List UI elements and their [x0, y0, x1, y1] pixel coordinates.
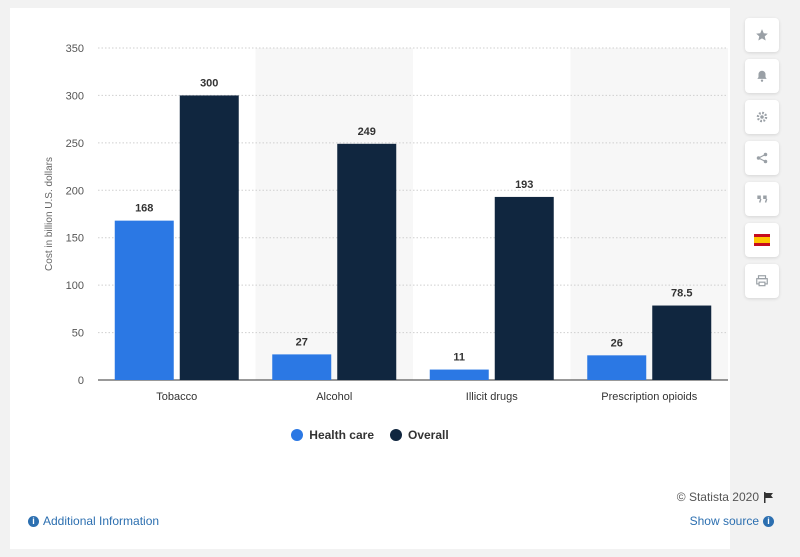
- bar-overall[interactable]: [494, 196, 554, 380]
- spain-flag-icon: [754, 234, 770, 246]
- gear-icon: [756, 111, 768, 123]
- bar-value-label: 249: [358, 126, 376, 138]
- bar-overall[interactable]: [337, 143, 397, 380]
- sidebar-toolbar: [745, 18, 779, 305]
- notification-button[interactable]: [745, 59, 779, 93]
- print-button[interactable]: [745, 264, 779, 298]
- share-icon: [756, 152, 768, 164]
- favorite-button[interactable]: [745, 18, 779, 52]
- bar-chart: 0 50 100 150 200 250 300 350 168 300 27 249 11 193 26…: [44, 43, 728, 403]
- credit-text: © Statista 2020: [676, 490, 759, 504]
- share-button[interactable]: [745, 141, 779, 175]
- star-icon: [756, 29, 768, 41]
- bar-health-care[interactable]: [587, 355, 647, 380]
- y-tick-label: 0: [78, 375, 84, 387]
- bar-value-label: 27: [296, 336, 308, 348]
- bar-health-care[interactable]: [114, 220, 174, 380]
- y-tick-label: 150: [66, 233, 84, 245]
- flag-icon: [764, 491, 773, 503]
- additional-information-link[interactable]: i Additional Information: [28, 514, 159, 528]
- legend-dot-overall: [390, 429, 402, 441]
- legend-item-health-care[interactable]: Health care: [291, 428, 374, 442]
- bar-health-care[interactable]: [429, 369, 489, 380]
- show-source-link[interactable]: Show source i: [690, 514, 774, 528]
- settings-button[interactable]: [745, 100, 779, 134]
- bar-value-label: 193: [515, 179, 533, 191]
- bar-value-label: 11: [453, 352, 465, 364]
- bar-health-care[interactable]: [272, 354, 332, 380]
- y-tick-label: 50: [72, 328, 84, 340]
- legend-item-overall[interactable]: Overall: [390, 428, 449, 442]
- info-icon: i: [763, 515, 774, 527]
- y-axis-label: Cost in billion U.S. dollars: [44, 157, 55, 271]
- x-tick-label: Tobacco: [156, 391, 197, 403]
- show-source-label: Show source: [689, 514, 759, 528]
- legend-label-health-care: Health care: [309, 428, 374, 442]
- y-tick-label: 250: [66, 138, 84, 150]
- x-tick-label: Alcohol: [316, 391, 352, 403]
- cite-button[interactable]: [745, 182, 779, 216]
- statista-credit[interactable]: © Statista 2020: [677, 490, 774, 504]
- bar-overall[interactable]: [652, 305, 712, 380]
- y-tick-label: 300: [66, 90, 84, 102]
- quote-icon: [757, 195, 768, 203]
- additional-information-label: Additional Information: [43, 514, 160, 528]
- legend-dot-health-care: [291, 429, 304, 441]
- bar-overall[interactable]: [179, 95, 239, 380]
- y-tick-label: 100: [66, 280, 84, 292]
- y-tick-label: 200: [66, 185, 84, 197]
- y-tick-label: 350: [66, 43, 84, 55]
- print-icon: [756, 275, 768, 287]
- bar-value-label: 26: [611, 337, 623, 349]
- language-button[interactable]: [745, 223, 779, 257]
- bar-value-label: 168: [135, 203, 153, 215]
- bell-icon: [757, 70, 767, 82]
- chart-legend: Health care Overall: [0, 428, 740, 442]
- bar-value-label: 78.5: [671, 288, 692, 300]
- legend-label-overall: Overall: [408, 428, 449, 442]
- bar-value-label: 300: [200, 77, 218, 89]
- x-tick-label: Illicit drugs: [466, 391, 518, 403]
- info-icon: i: [28, 515, 39, 527]
- x-tick-label: Prescription opioids: [601, 391, 697, 403]
